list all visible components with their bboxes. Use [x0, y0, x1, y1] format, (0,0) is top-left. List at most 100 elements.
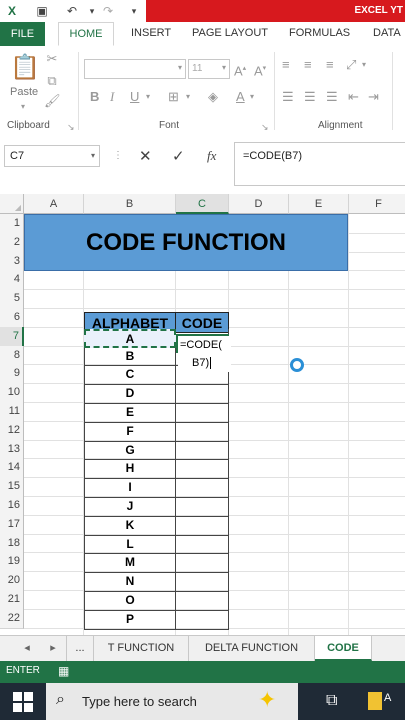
row-header-6[interactable]: 6 — [0, 308, 24, 328]
sheet-tab-delta-function[interactable]: DELTA FUNCTION — [189, 636, 315, 661]
task-view-icon[interactable]: ⧉ — [326, 692, 337, 710]
name-box[interactable]: C7 ▾ — [4, 145, 100, 167]
column-header-c[interactable]: C — [176, 194, 229, 214]
redo-icon[interactable]: ↷ — [100, 3, 116, 19]
cancel-icon[interactable]: ✕ — [139, 147, 152, 165]
column-header-a[interactable]: A — [24, 194, 84, 214]
decrease-indent-icon[interactable]: ⇤ — [348, 90, 359, 104]
row-header-17[interactable]: 17 — [0, 514, 24, 535]
sheet-nav-next-icon[interactable]: ▸ — [40, 636, 66, 661]
format-painter-icon[interactable]: 🖌 — [44, 94, 61, 108]
code-cell[interactable] — [176, 573, 229, 592]
row-header-19[interactable]: 19 — [0, 552, 24, 573]
alphabet-cell[interactable]: L — [84, 535, 176, 555]
column-header-d[interactable]: D — [229, 194, 289, 214]
row-header-21[interactable]: 21 — [0, 590, 24, 610]
name-box-dropdown-icon[interactable]: ▾ — [91, 146, 95, 166]
save-icon[interactable]: ▣ — [34, 3, 50, 19]
code-cell[interactable] — [176, 422, 229, 442]
row-header-2[interactable]: 2 — [0, 232, 24, 253]
font-launcher-icon[interactable]: ↘ — [261, 120, 269, 134]
code-cell[interactable] — [176, 498, 229, 517]
alphabet-cell[interactable]: E — [84, 404, 176, 423]
code-cell[interactable] — [176, 385, 229, 404]
code-cell[interactable] — [176, 404, 229, 423]
select-all-corner[interactable]: ◢ — [0, 194, 24, 214]
font-size-box[interactable]: 11 ▾ — [188, 59, 230, 79]
orientation-icon[interactable]: ⤢ — [346, 58, 356, 72]
alphabet-cell[interactable]: M — [84, 554, 176, 574]
formula-input[interactable]: =CODE(B7) — [234, 142, 405, 186]
code-cell[interactable] — [176, 460, 229, 480]
sheet-nav-prev-icon[interactable]: ◂ — [14, 636, 40, 661]
row-header-15[interactable]: 15 — [0, 477, 24, 497]
code-cell[interactable] — [176, 535, 229, 555]
column-header-f[interactable]: F — [349, 194, 405, 214]
row-header-3[interactable]: 3 — [0, 251, 24, 272]
copy-icon[interactable]: ⧉ — [44, 74, 60, 88]
alphabet-cell[interactable]: N — [84, 573, 176, 592]
alphabet-cell[interactable]: H — [84, 460, 176, 480]
insert-function-icon[interactable]: fx — [207, 148, 216, 164]
code-cell[interactable] — [176, 554, 229, 574]
column-header-e[interactable]: E — [289, 194, 349, 214]
align-middle-icon[interactable]: ≡ — [304, 58, 312, 72]
align-right-icon[interactable]: ☰ — [326, 90, 338, 104]
alphabet-cell[interactable]: O — [84, 592, 176, 611]
increase-indent-icon[interactable]: ⇥ — [368, 90, 379, 104]
code-cell[interactable] — [176, 479, 229, 498]
undo-dropdown-icon[interactable]: ▾ — [84, 3, 100, 19]
font-color-icon[interactable]: A — [236, 90, 245, 104]
row-header-12[interactable]: 12 — [0, 420, 24, 441]
font-name-box[interactable]: ▾ — [84, 59, 186, 79]
row-header-10[interactable]: 10 — [0, 383, 24, 403]
font-color-dropdown-icon[interactable]: ▾ — [250, 90, 254, 104]
fill-color-icon[interactable]: ◈ — [208, 90, 218, 104]
alphabet-cell[interactable]: I — [84, 479, 176, 498]
alphabet-cell[interactable]: K — [84, 516, 176, 536]
orientation-dropdown-icon[interactable]: ▾ — [362, 58, 366, 72]
paste-icon[interactable]: 📋 — [10, 54, 40, 82]
alphabet-cell[interactable]: B — [84, 347, 176, 367]
tab-data[interactable]: DATA — [373, 27, 401, 39]
underline-dropdown-icon[interactable]: ▾ — [146, 90, 150, 104]
font-name-dropdown-icon[interactable]: ▾ — [178, 63, 182, 72]
cut-icon[interactable]: ✂ — [44, 52, 60, 66]
font-size-dropdown-icon[interactable]: ▾ — [222, 63, 226, 72]
alphabet-cell[interactable]: A — [84, 328, 176, 348]
customize-quick-access-icon[interactable]: ▾ — [126, 3, 142, 19]
enter-check-icon[interactable]: ✓ — [172, 147, 185, 165]
alphabet-cell[interactable]: D — [84, 385, 176, 404]
row-header-22[interactable]: 22 — [0, 608, 24, 629]
alphabet-cell[interactable]: F — [84, 422, 176, 442]
column-header-b[interactable]: B — [84, 194, 176, 214]
borders-icon[interactable]: ⊞ — [168, 90, 179, 104]
align-center-icon[interactable]: ☰ — [304, 90, 316, 104]
taskbar-search-box[interactable]: ⌕ Type here to search ✦ — [46, 683, 298, 720]
sheet-more-button[interactable]: ... — [66, 636, 94, 661]
row-header-9[interactable]: 9 — [0, 364, 24, 385]
tab-file[interactable]: FILE — [0, 22, 45, 46]
tab-insert[interactable]: INSERT — [131, 27, 171, 39]
row-header-7[interactable]: 7 — [0, 326, 24, 347]
row-header-8[interactable]: 8 — [0, 345, 24, 366]
code-cell[interactable] — [176, 592, 229, 611]
code-cell[interactable] — [176, 610, 229, 630]
macro-record-icon[interactable]: ▦ — [58, 664, 69, 678]
row-header-11[interactable]: 11 — [0, 402, 24, 422]
row-header-16[interactable]: 16 — [0, 496, 24, 516]
paste-button[interactable]: Paste — [10, 86, 38, 98]
align-bottom-icon[interactable]: ≡ — [326, 58, 334, 72]
undo-icon[interactable]: ↶ — [64, 3, 80, 19]
sheet-tab-t-function[interactable]: T FUNCTION — [94, 636, 189, 661]
bold-icon[interactable]: B — [90, 90, 99, 104]
italic-icon[interactable]: I — [110, 90, 114, 104]
row-header-5[interactable]: 5 — [0, 289, 24, 309]
file-explorer-icon[interactable] — [368, 692, 382, 710]
tab-home[interactable]: HOME — [58, 22, 114, 46]
sheet-tab-code[interactable]: CODE — [315, 636, 372, 661]
align-top-icon[interactable]: ≡ — [282, 58, 290, 72]
tab-page-layout[interactable]: PAGE LAYOUT — [192, 27, 268, 39]
cell-edit-text[interactable]: =CODE( B7) — [178, 336, 231, 372]
paste-dropdown-icon[interactable]: ▾ — [21, 100, 25, 114]
